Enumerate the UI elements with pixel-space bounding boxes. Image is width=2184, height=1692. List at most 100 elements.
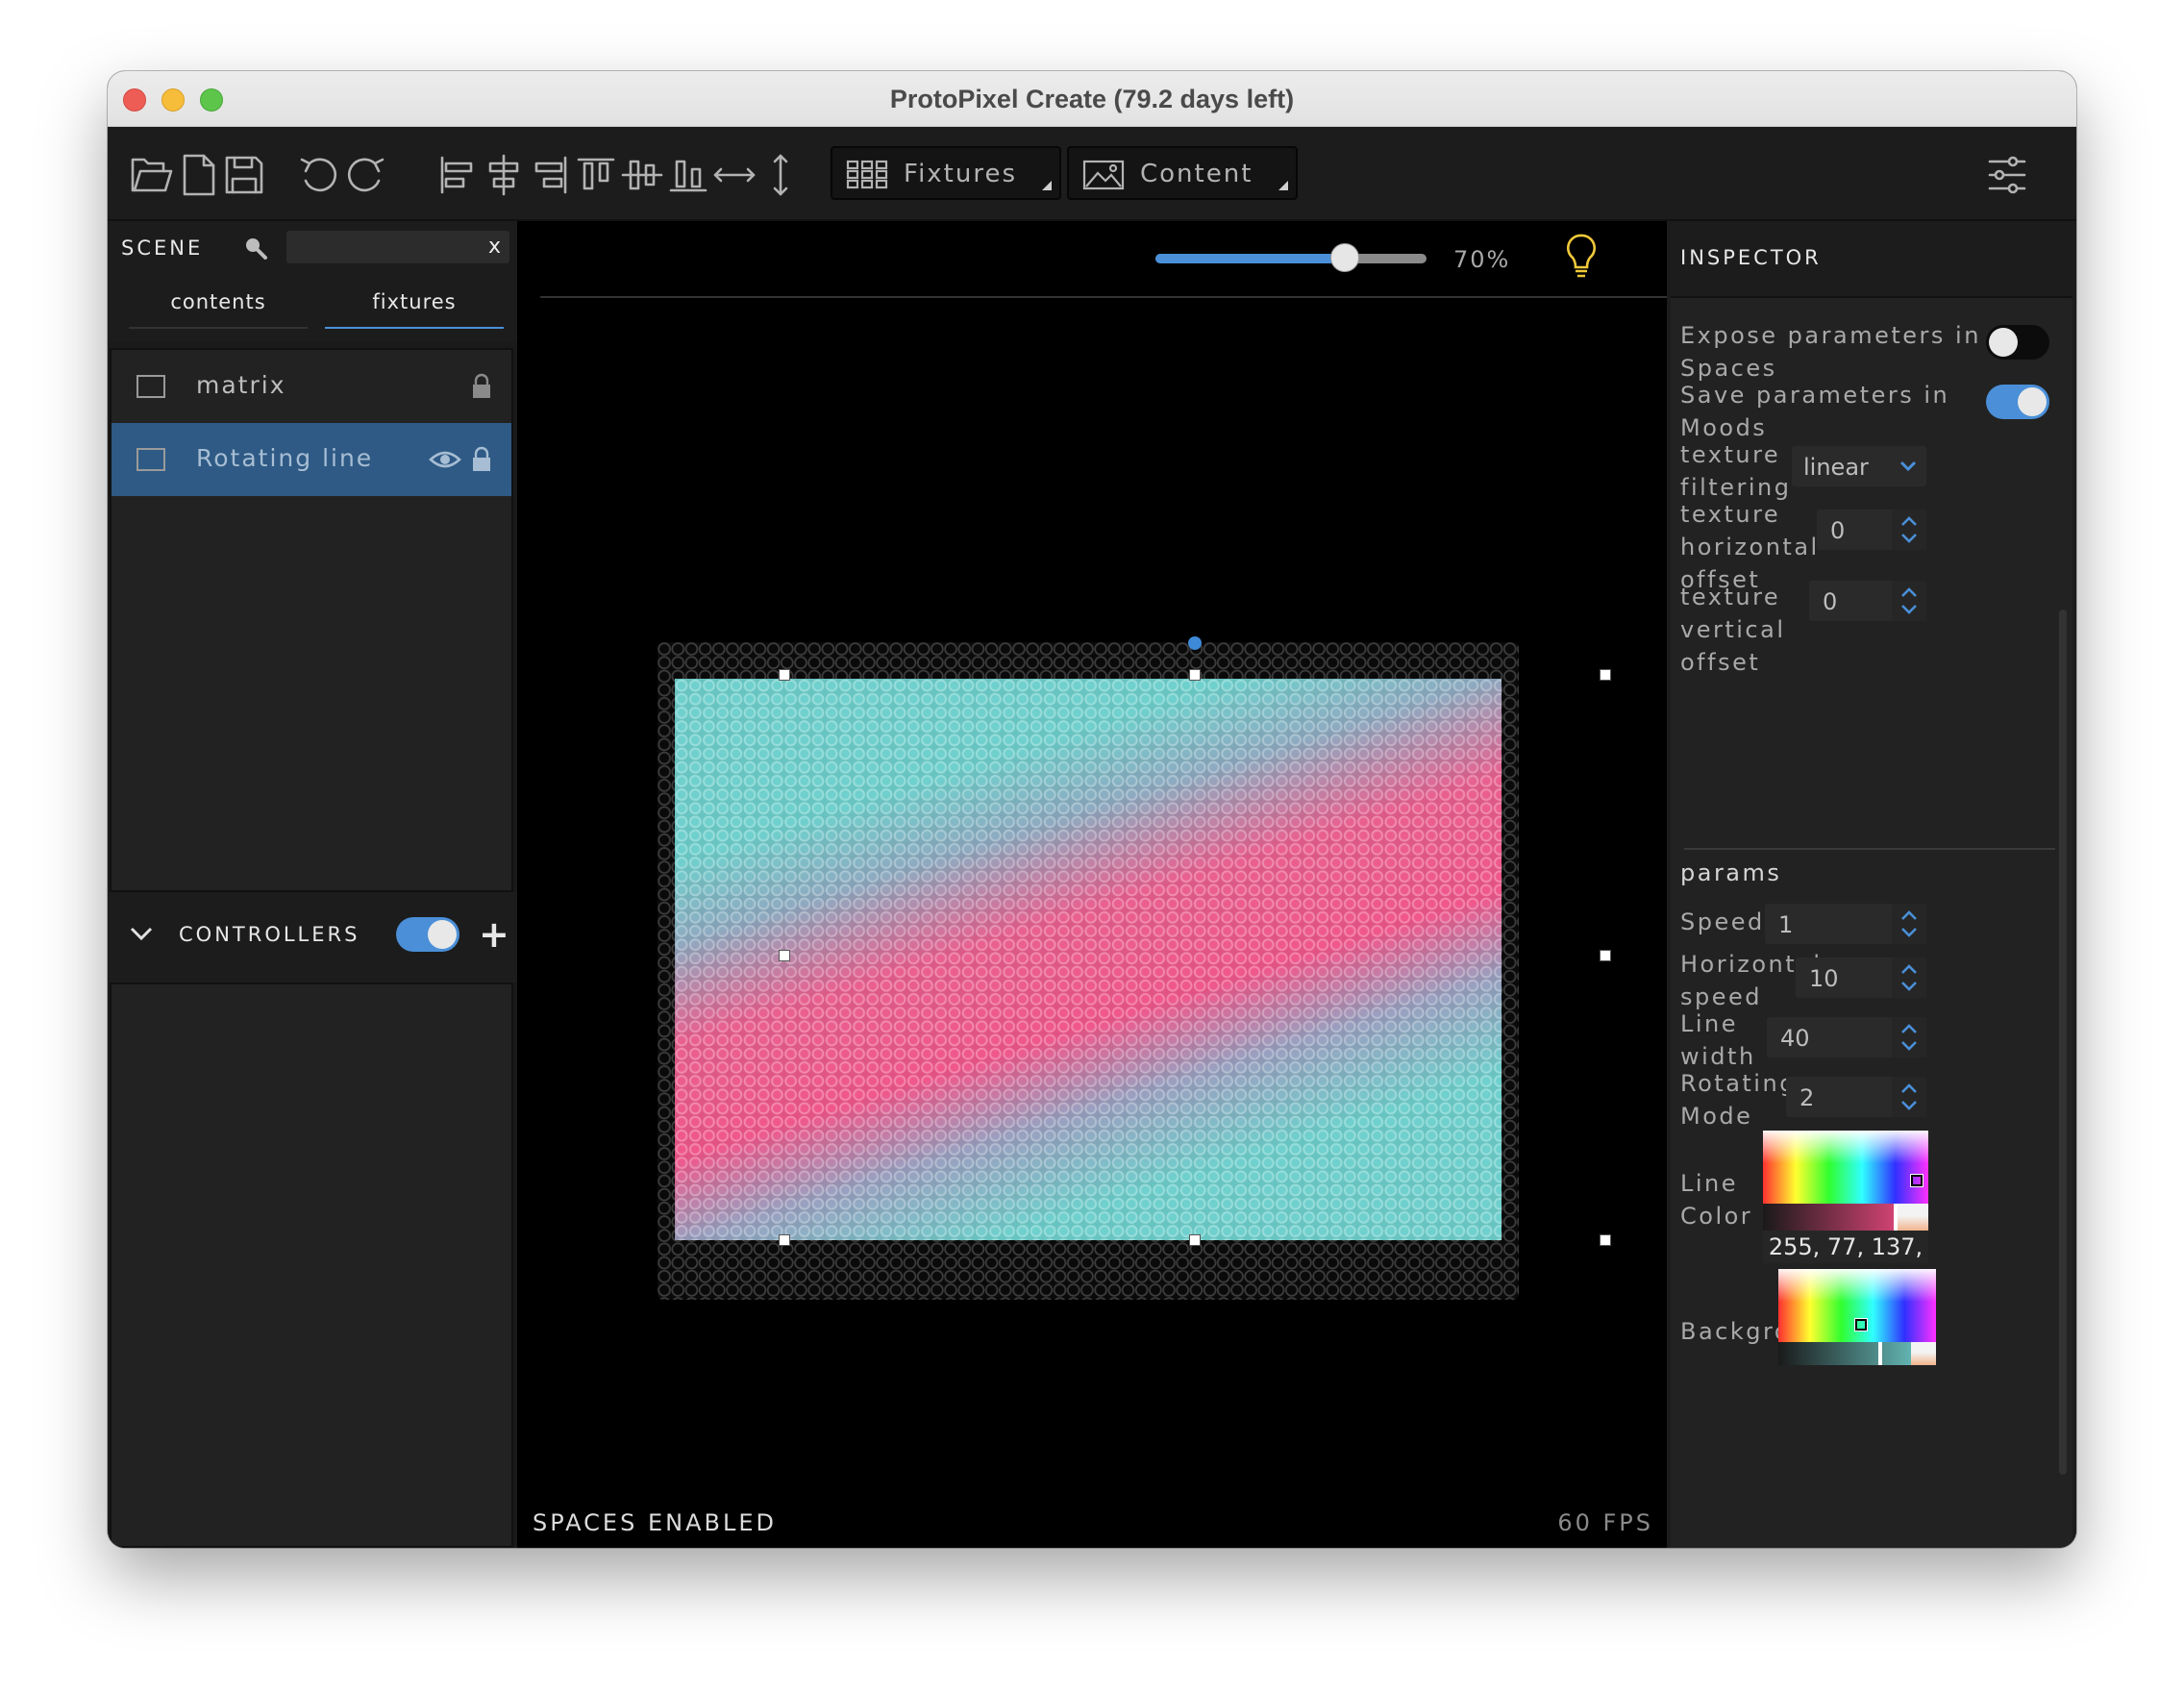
eye-icon[interactable]	[429, 446, 461, 473]
rotation-handle[interactable]	[1188, 636, 1202, 650]
field-value: 1	[1778, 911, 1794, 938]
save-parameters-label: Save parameters in Moods	[1680, 382, 1950, 441]
field-value: 0	[1830, 517, 1846, 544]
line-color-picker[interactable]: 255, 77, 137, 255	[1763, 1131, 1928, 1282]
settings-sliders-icon[interactable]	[1984, 152, 2030, 198]
tab-contents[interactable]: contents	[129, 290, 308, 329]
item-label: matrix	[196, 371, 286, 399]
redo-icon[interactable]	[342, 152, 388, 198]
resize-handle[interactable]	[779, 669, 790, 681]
fps-counter: 60 FPS	[1557, 1509, 1653, 1536]
scene-header: SCENE x contents fixtures	[108, 221, 517, 342]
horizontal-speed-label: Horizontal speed	[1680, 951, 1823, 1010]
add-controller-button[interactable]: +	[479, 913, 509, 956]
stepper-arrows-icon[interactable]	[1892, 958, 1926, 998]
zoom-slider[interactable]	[1155, 243, 1427, 272]
scene-panel: SCENE x contents fixtures matrix Rotatin…	[108, 221, 517, 1548]
field-value: 0	[1823, 588, 1838, 615]
toggle-knob	[2018, 387, 2047, 416]
image-icon	[1082, 160, 1125, 190]
brightness-marker[interactable]	[1878, 1342, 1882, 1365]
inspector-body: Expose parameters in Spaces Save paramet…	[1671, 296, 2072, 1548]
stepper-arrows-icon[interactable]	[1892, 581, 1926, 621]
search-icon	[246, 238, 267, 260]
align-top-icon[interactable]	[573, 152, 619, 198]
horizontal-speed-field[interactable]: 10	[1796, 958, 1926, 998]
speed-field[interactable]: 1	[1765, 904, 1926, 944]
color-spectrum[interactable]	[1763, 1131, 1928, 1204]
lock-icon[interactable]	[471, 446, 492, 473]
params-title: params	[1680, 859, 1782, 886]
line-width-field[interactable]: 40	[1767, 1017, 1926, 1058]
rotating-mode-field[interactable]: 2	[1786, 1077, 1926, 1117]
resize-handle[interactable]	[1600, 669, 1611, 681]
inspector-scrollbar[interactable]	[2059, 610, 2067, 1475]
align-right-icon[interactable]	[527, 152, 573, 198]
lightbulb-icon[interactable]	[1561, 233, 1601, 281]
stepper-arrows-icon[interactable]	[1892, 1077, 1926, 1117]
texture-horizontal-offset-field[interactable]: 0	[1817, 510, 1926, 550]
resize-handle[interactable]	[779, 950, 790, 961]
background-color-picker[interactable]	[1778, 1269, 1936, 1365]
color-cursor[interactable]	[1855, 1319, 1867, 1331]
zoom-slider-knob[interactable]	[1330, 243, 1359, 272]
grid-icon	[846, 160, 888, 189]
chevron-down-icon[interactable]	[129, 925, 154, 944]
scene-search-input[interactable]	[286, 231, 509, 263]
rotating-line-content[interactable]	[675, 679, 1502, 1240]
canvas-area[interactable]: 70% SPACES ENABLED 60 FPS	[517, 221, 1667, 1548]
brightness-marker[interactable]	[1894, 1204, 1898, 1231]
distribute-horizontal-icon[interactable]	[711, 152, 757, 198]
texture-vertical-offset-field[interactable]: 0	[1809, 581, 1926, 621]
controllers-toggle[interactable]	[396, 917, 459, 952]
expose-parameters-toggle[interactable]	[1986, 325, 2049, 360]
fixtures-dropdown[interactable]: Fixtures	[831, 146, 1061, 200]
new-file-icon[interactable]	[175, 152, 221, 198]
item-checkbox[interactable]	[136, 448, 165, 471]
inspector-title: INSPECTOR	[1680, 246, 1822, 269]
stepper-arrows-icon[interactable]	[1892, 904, 1926, 944]
resize-handle[interactable]	[1600, 1234, 1611, 1246]
list-item[interactable]: matrix	[112, 350, 511, 423]
align-middle-vertical-icon[interactable]	[619, 152, 665, 198]
search-clear-button[interactable]: x	[488, 235, 501, 259]
save-icon[interactable]	[221, 152, 267, 198]
speed-label: Speed	[1680, 908, 1765, 935]
distribute-vertical-icon[interactable]	[757, 152, 804, 198]
tab-fixtures[interactable]: fixtures	[325, 290, 504, 329]
line-color-rgba[interactable]: 255, 77, 137, 255	[1763, 1231, 1928, 1282]
controllers-header: CONTROLLERS +	[108, 892, 517, 983]
resize-handle[interactable]	[1189, 1234, 1201, 1246]
align-center-horizontal-icon[interactable]	[481, 152, 527, 198]
save-parameters-toggle[interactable]	[1986, 385, 2049, 419]
fixtures-dropdown-label: Fixtures	[904, 160, 1018, 188]
align-bottom-icon[interactable]	[665, 152, 711, 198]
toggle-knob	[428, 920, 457, 949]
stepper-arrows-icon[interactable]	[1892, 510, 1926, 550]
lock-icon[interactable]	[471, 373, 492, 400]
resize-handle[interactable]	[1189, 669, 1201, 681]
field-value: 2	[1799, 1084, 1815, 1111]
open-folder-icon[interactable]	[129, 152, 175, 198]
resize-handle[interactable]	[779, 1234, 790, 1246]
list-item[interactable]: Rotating line	[112, 423, 511, 496]
window-title: ProtoPixel Create (79.2 days left)	[889, 85, 1295, 113]
color-cursor[interactable]	[1911, 1175, 1923, 1186]
line-width-label: Line width	[1680, 1010, 1756, 1070]
texture-filtering-select[interactable]: linear	[1792, 446, 1926, 486]
app-window: ProtoPixel Create (79.2 days left) Fixtu…	[108, 71, 2076, 1548]
spaces-status: SPACES ENABLED	[533, 1509, 777, 1536]
resize-handle[interactable]	[1600, 950, 1611, 961]
title-bar: ProtoPixel Create (79.2 days left)	[108, 71, 2076, 127]
controllers-title: CONTROLLERS	[179, 923, 360, 946]
controllers-list	[110, 983, 513, 1548]
color-spectrum[interactable]	[1778, 1269, 1936, 1342]
stepper-arrows-icon[interactable]	[1892, 1017, 1926, 1058]
content-dropdown[interactable]: Content	[1067, 146, 1298, 200]
texture-filtering-label: texture filtering	[1680, 441, 1792, 501]
item-checkbox[interactable]	[136, 375, 165, 398]
item-label: Rotating line	[196, 444, 374, 472]
align-left-icon[interactable]	[434, 152, 481, 198]
undo-icon[interactable]	[296, 152, 342, 198]
texture-filtering-value: linear	[1803, 454, 1869, 481]
